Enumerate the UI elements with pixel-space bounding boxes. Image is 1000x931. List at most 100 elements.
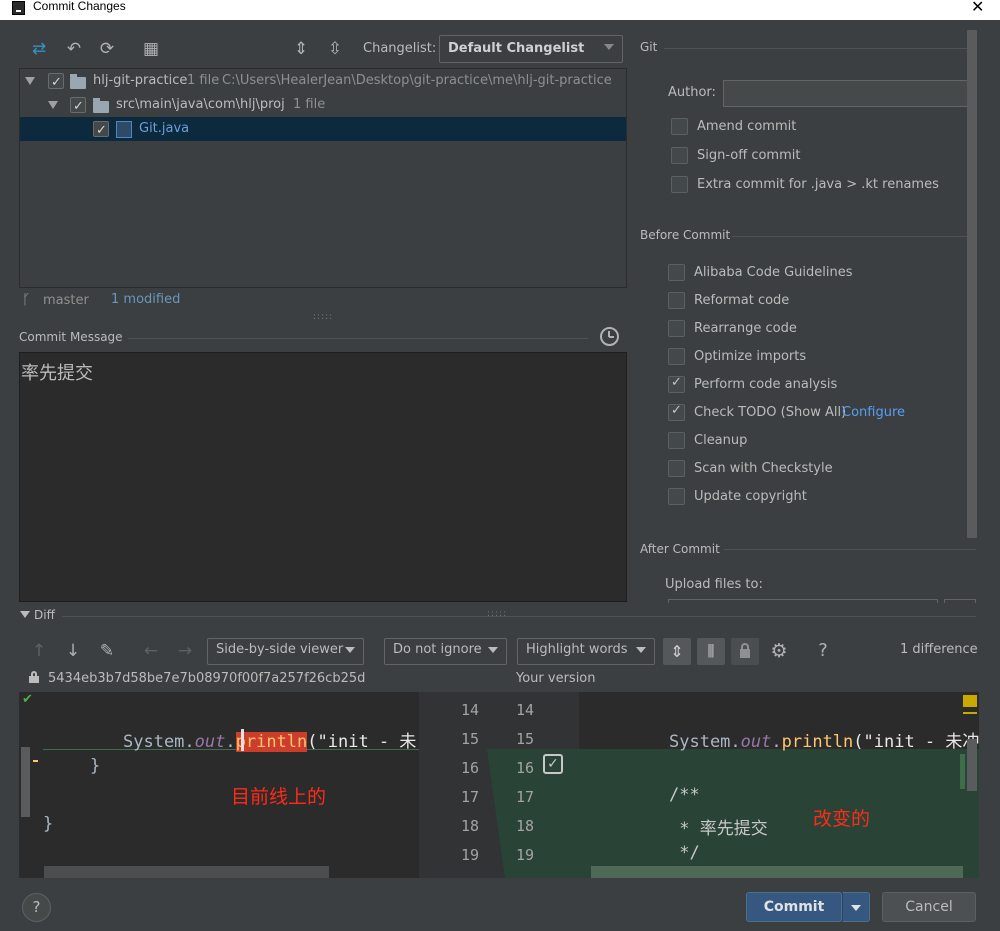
inserted-block — [579, 749, 979, 878]
group-by-icon[interactable]: ▦ — [140, 38, 162, 60]
diff-right-pane[interactable]: System.out.println("init - 未冲 /** * 率先提交… — [579, 692, 979, 878]
optimize-imports-checkbox[interactable] — [668, 348, 685, 365]
option-optimize-imports[interactable]: Optimize imports — [668, 348, 958, 368]
change-marker — [33, 760, 38, 762]
tree-row-root[interactable]: hlj-git-practice 1 file C:\Users\HealerJ… — [20, 69, 626, 95]
amend-commit-checkbox[interactable] — [671, 118, 688, 135]
root-label: hlj-git-practice — [93, 73, 188, 88]
right-line-number: 19 — [516, 846, 535, 864]
diff-left-pane[interactable]: ✔ System.out.println("init - 未 } } 目前线上的 — [19, 692, 419, 878]
option-copyright[interactable]: Update copyright — [668, 488, 958, 508]
extra-commit-checkbox[interactable] — [671, 176, 688, 193]
modified-link[interactable]: 1 modified — [111, 292, 180, 307]
alibaba-checkbox[interactable] — [668, 264, 685, 281]
option-reformat[interactable]: Reformat code — [668, 292, 958, 312]
left-line-number: 14 — [461, 701, 480, 719]
right-horizontal-scrollbar[interactable] — [591, 866, 963, 878]
expand-triangle-icon[interactable] — [48, 101, 58, 109]
reformat-checkbox[interactable] — [668, 292, 685, 309]
expand-triangle-icon[interactable] — [25, 77, 35, 85]
right-panel-scrollbar[interactable] — [967, 30, 977, 538]
help-button[interactable]: ? — [22, 893, 51, 922]
root-checkbox[interactable] — [48, 71, 64, 95]
author-input[interactable] — [723, 80, 972, 107]
right-scrollbar[interactable] — [967, 739, 977, 791]
upload-settings-button[interactable] — [944, 599, 976, 603]
code-analysis-checkbox[interactable] — [668, 375, 685, 393]
viewer-dropdown[interactable]: Side-by-side viewer — [207, 638, 364, 665]
left-scrollbar[interactable] — [21, 747, 30, 817]
commit-message-text[interactable]: 率先提交 — [21, 359, 93, 385]
splitter-handle[interactable]: ::::: — [487, 609, 507, 619]
option-code-analysis[interactable]: Perform code analysis — [668, 375, 958, 396]
collapse-diff-icon[interactable] — [20, 611, 30, 618]
changes-tree[interactable]: hlj-git-practice 1 file C:\Users\HealerJ… — [19, 68, 627, 288]
amend-commit-option[interactable]: Amend commit — [671, 118, 971, 138]
rearrange-checkbox[interactable] — [668, 320, 685, 337]
left-horizontal-scrollbar[interactable] — [44, 866, 329, 878]
tree-row-folder[interactable]: src\main\java\com\hlj\proj 1 file — [20, 93, 626, 119]
commit-options-button[interactable] — [842, 892, 870, 922]
left-line-number: 15 — [461, 730, 480, 748]
ignore-dropdown[interactable]: Do not ignore — [384, 638, 507, 665]
left-line-16: } — [49, 756, 101, 776]
viewer-value: Side-by-side viewer — [216, 642, 344, 657]
show-diff-icon[interactable]: ⇄ — [28, 38, 50, 60]
commit-message-input[interactable]: 率先提交 — [19, 352, 627, 602]
splitter-handle[interactable]: ::::: — [313, 312, 333, 322]
sign-off-checkbox[interactable] — [671, 147, 688, 164]
warning-marker — [963, 695, 977, 707]
previous-file-icon[interactable]: ← — [140, 640, 162, 662]
configure-link[interactable]: Configure — [842, 404, 905, 422]
checkstyle-checkbox[interactable] — [668, 460, 685, 477]
left-line-18: } — [43, 814, 54, 834]
file-checkbox[interactable] — [93, 119, 109, 143]
check-todo-checkbox[interactable] — [668, 403, 685, 421]
branch-name: master — [43, 293, 89, 308]
rollback-icon[interactable]: ↶ — [63, 38, 85, 60]
chevron-down-icon — [851, 905, 861, 911]
sign-off-option[interactable]: Sign-off commit — [671, 147, 971, 167]
previous-difference-icon[interactable]: ↑ — [28, 640, 50, 662]
highlight-dropdown[interactable]: Highlight words — [517, 638, 655, 665]
expand-all-icon[interactable]: ⇕ — [290, 38, 312, 60]
left-line-15: System.out.println("init - 未 — [123, 732, 417, 752]
close-icon[interactable]: ✕ — [971, 0, 984, 16]
option-rearrange[interactable]: Rearrange code — [668, 320, 958, 340]
edit-source-icon[interactable]: ✎ — [96, 640, 118, 662]
upload-dropdown[interactable] — [668, 599, 938, 603]
divider — [732, 236, 976, 237]
option-cleanup[interactable]: Cleanup — [668, 432, 958, 452]
help-icon[interactable]: ? — [812, 640, 834, 662]
collapse-unchanged-icon[interactable]: ⇕ — [663, 638, 691, 665]
changelist-dropdown[interactable]: Default Changelist — [439, 35, 623, 63]
chevron-down-icon — [636, 647, 646, 653]
cleanup-label: Cleanup — [694, 433, 748, 448]
tree-row-file[interactable]: Git.java — [20, 117, 626, 143]
history-icon[interactable] — [600, 327, 619, 346]
option-check-todo[interactable]: Check TODO (Show All) Configure — [668, 403, 958, 424]
sync-scroll-icon[interactable]: ⫼ — [697, 638, 725, 665]
commit-button[interactable]: Commit — [746, 892, 842, 922]
right-line-number: 17 — [516, 788, 535, 806]
cancel-button[interactable]: Cancel — [882, 892, 976, 922]
cleanup-checkbox[interactable] — [668, 432, 685, 449]
folder-checkbox[interactable] — [70, 95, 86, 119]
extra-commit-option[interactable]: Extra commit for .java > .kt renames — [671, 176, 971, 196]
right-line-15: System.out.println("init - 未冲 — [669, 732, 980, 752]
next-difference-icon[interactable]: ↓ — [62, 640, 84, 662]
folder-count: 1 file — [293, 97, 326, 112]
collapse-all-icon[interactable]: ⇳ — [324, 38, 346, 60]
option-alibaba[interactable]: Alibaba Code Guidelines — [668, 264, 958, 284]
refresh-icon[interactable]: ⟳ — [96, 38, 118, 60]
optimize-imports-label: Optimize imports — [694, 349, 807, 364]
settings-gear-icon[interactable]: ⚙ — [768, 640, 790, 662]
copyright-checkbox[interactable] — [668, 488, 685, 505]
include-change-checkbox[interactable]: ✓ — [543, 754, 563, 774]
option-checkstyle[interactable]: Scan with Checkstyle — [668, 460, 958, 480]
commit-label: Commit — [763, 899, 825, 915]
divider — [128, 338, 588, 339]
before-commit-title: Before Commit — [640, 228, 731, 242]
next-file-icon[interactable]: → — [174, 640, 196, 662]
lock-icon[interactable] — [731, 638, 759, 665]
